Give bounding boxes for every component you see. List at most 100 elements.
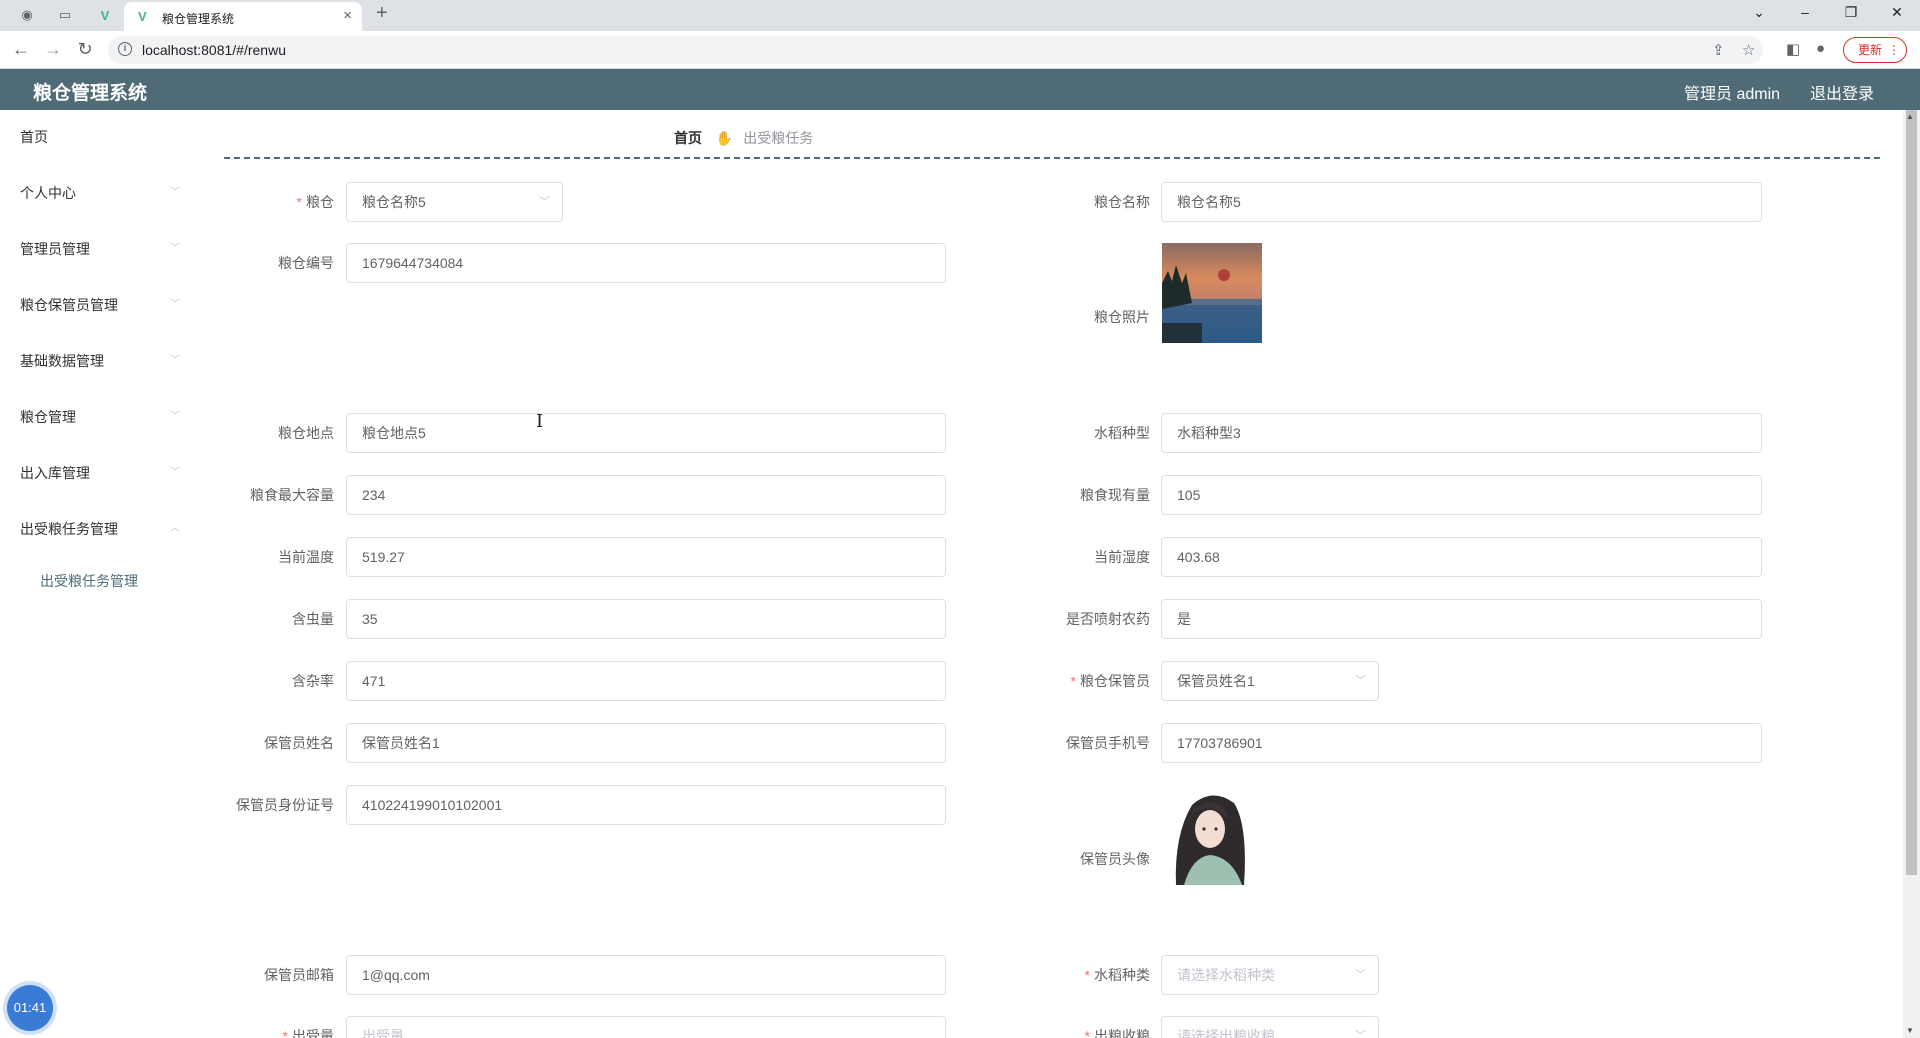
keeper-name-label: 保管员姓名: [264, 735, 334, 751]
sidebar-item-home[interactable]: 首页: [20, 122, 180, 152]
granary-name-input[interactable]: 粮仓名称5: [1161, 182, 1762, 222]
sidebar-item-label: 出受粮任务管理: [20, 521, 118, 537]
insects-label: 含虫量: [292, 611, 334, 627]
update-label: 更新: [1858, 43, 1883, 57]
granary-location-input[interactable]: 粮仓地点5: [346, 413, 946, 453]
text-cursor-icon: I: [536, 411, 544, 432]
hand-icon: ✋: [715, 130, 734, 146]
vue-icon[interactable]: V: [96, 6, 114, 24]
blank-tab-icon[interactable]: ▭: [56, 6, 74, 24]
granary-name-label: 粮仓名称: [1094, 194, 1150, 210]
granary-location-label: 粮仓地点: [278, 425, 334, 441]
chevron-down-icon: ﹀: [1355, 675, 1366, 687]
forward-icon[interactable]: →: [42, 39, 64, 60]
out-receive-select[interactable]: 请选择出粮收粮 ﹀: [1161, 1016, 1379, 1038]
address-bar[interactable]: i localhost:8081/#/renwu ⇪ ☆: [108, 36, 1763, 64]
vue-favicon-icon: V: [138, 9, 147, 24]
share-icon[interactable]: ⇪: [1712, 41, 1725, 59]
keeper-email-input[interactable]: 1@qq.com: [346, 955, 946, 995]
pesticide-input[interactable]: 是: [1161, 599, 1762, 639]
temperature-input[interactable]: 519.27: [346, 537, 946, 577]
app-title: 粮仓管理系统: [33, 83, 148, 104]
max-capacity-input[interactable]: 234: [346, 475, 946, 515]
chevron-down-icon: ﹀: [1355, 969, 1366, 981]
close-window-icon[interactable]: ✕: [1882, 4, 1912, 21]
keeper-avatar-label: 保管员头像: [1080, 851, 1150, 867]
tab-close-icon[interactable]: ×: [343, 7, 352, 24]
new-tab-icon[interactable]: +: [376, 2, 388, 25]
keeper-select[interactable]: 保管员姓名1 ﹀: [1161, 661, 1379, 701]
granary-code-label: 粮仓编号: [278, 255, 334, 271]
reload-icon[interactable]: ↻: [74, 39, 96, 60]
breadcrumb-current: 出受粮任务: [743, 130, 814, 146]
sidebar-item-label: 个人中心: [20, 185, 76, 201]
current-user: 管理员 admin: [1684, 86, 1781, 103]
out-receive-placeholder: 请选择出粮收粮: [1177, 1028, 1275, 1038]
sidebar-item-basic-data[interactable]: 基础数据管理 ﹀: [20, 346, 180, 376]
out-amount-label: * 出受量: [282, 1028, 334, 1038]
out-receive-label: * 出粮收粮: [1084, 1028, 1150, 1038]
sidebar-item-label: 管理员管理: [20, 241, 90, 257]
granary-code-input[interactable]: 1679644734084: [346, 243, 946, 283]
browser-tab-bar: ◉ ▭ V V 粮仓管理系统 × + ⌄ – ❐ ✕: [0, 0, 1920, 31]
info-icon[interactable]: i: [118, 42, 132, 56]
keeper-email-label: 保管员邮箱: [264, 967, 334, 983]
url-text: localhost:8081/#/renwu: [142, 42, 286, 58]
globe-icon[interactable]: ◉: [18, 6, 36, 24]
keeper-id-input[interactable]: 410224199010102001: [346, 785, 946, 825]
insects-input[interactable]: 35: [346, 599, 946, 639]
sidebar-item-keepers[interactable]: 粮仓保管员管理 ﹀: [20, 290, 180, 320]
keeper-name-input[interactable]: 保管员姓名1: [346, 723, 946, 763]
rice-type-select[interactable]: 请选择水稻种类 ﹀: [1161, 955, 1379, 995]
browser-tab-active[interactable]: V 粮仓管理系统 ×: [124, 2, 362, 31]
chevron-down-icon: ﹀: [1355, 1030, 1366, 1038]
current-amount-label: 粮食现有量: [1080, 487, 1150, 503]
keeper-phone-label: 保管员手机号: [1066, 735, 1150, 751]
humidity-label: 当前湿度: [1094, 549, 1150, 565]
scrollbar-thumb[interactable]: [1906, 110, 1917, 875]
keeper-id-label: 保管员身份证号: [236, 797, 334, 813]
keeper-avatar[interactable]: [1162, 785, 1262, 885]
granary-photo[interactable]: [1162, 243, 1262, 343]
breadcrumb: 首页 ✋ 出受粮任务: [674, 128, 813, 148]
current-amount-input[interactable]: 105: [1161, 475, 1762, 515]
browser-toolbar: ← → ↻ i localhost:8081/#/renwu ⇪ ☆ ◧ ● 更…: [0, 31, 1920, 69]
bookmark-star-icon[interactable]: ☆: [1742, 41, 1755, 59]
granary-select[interactable]: 粮仓名称5 ﹀: [346, 182, 563, 222]
granary-label: * 粮仓: [296, 194, 334, 210]
sidebar-item-label: 基础数据管理: [20, 353, 104, 369]
tab-search-icon[interactable]: ⌄: [1744, 4, 1774, 21]
tab-title: 粮仓管理系统: [162, 12, 235, 26]
sidebar-item-label: 粮仓保管员管理: [20, 297, 118, 313]
chevron-down-icon: ﹀: [170, 355, 180, 366]
rice-variety-label: 水稻种型: [1094, 425, 1150, 441]
scroll-up-icon[interactable]: ▲: [1906, 112, 1914, 121]
granary-select-value: 粮仓名称5: [362, 194, 426, 210]
landscape-image: [1162, 243, 1262, 343]
back-icon[interactable]: ←: [10, 39, 32, 60]
sidebar-item-label: 粮仓管理: [20, 409, 76, 425]
sidepanel-icon[interactable]: ◧: [1786, 40, 1800, 58]
humidity-input[interactable]: 403.68: [1161, 537, 1762, 577]
divider: [224, 157, 1880, 159]
logout-button[interactable]: 退出登录: [1810, 80, 1874, 104]
rice-type-label: * 水稻种类: [1084, 967, 1150, 983]
breadcrumb-home[interactable]: 首页: [674, 130, 702, 146]
pesticide-label: 是否喷射农药: [1066, 611, 1150, 627]
update-button[interactable]: 更新 ⋮: [1843, 37, 1907, 63]
out-amount-input[interactable]: 出受量: [346, 1016, 946, 1038]
keeper-phone-input[interactable]: 17703786901: [1161, 723, 1762, 763]
restore-icon[interactable]: ❐: [1836, 4, 1866, 21]
minimize-icon[interactable]: –: [1790, 4, 1820, 20]
chevron-down-icon: ﹀: [170, 299, 180, 310]
impurity-input[interactable]: 471: [346, 661, 946, 701]
avatar-image: [1162, 785, 1262, 885]
keeper-select-value: 保管员姓名1: [1177, 673, 1255, 689]
chevron-down-icon: ﹀: [539, 196, 550, 208]
submenu-item-tasks[interactable]: 出受粮任务管理: [40, 566, 138, 596]
max-capacity-label: 粮食最大容量: [250, 487, 334, 503]
sidebar-item-label: 首页: [20, 129, 48, 145]
rice-variety-input[interactable]: 水稻种型3: [1161, 413, 1762, 453]
profile-icon[interactable]: ●: [1816, 40, 1825, 57]
scroll-down-icon[interactable]: ▼: [1906, 1026, 1914, 1035]
